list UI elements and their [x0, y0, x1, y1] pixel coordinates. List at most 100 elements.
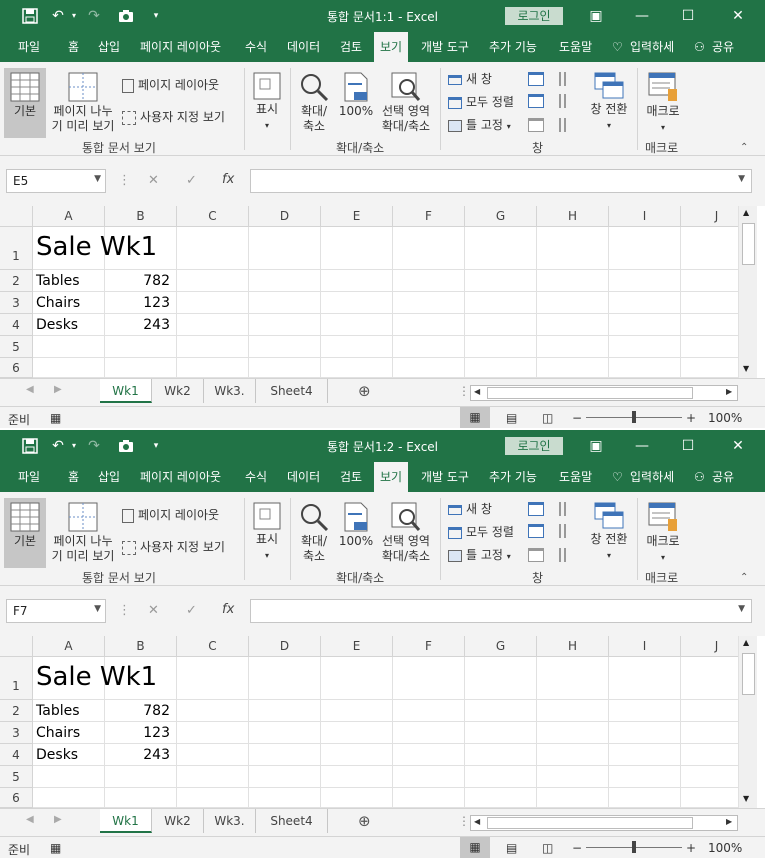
formula-input[interactable]: ▼	[250, 599, 752, 623]
undo-dropdown-icon[interactable]: ▾	[66, 438, 82, 454]
horizontal-scroll-thumb[interactable]	[487, 817, 693, 829]
expand-formula-icon[interactable]: ▼	[738, 604, 745, 614]
cell[interactable]	[537, 336, 609, 358]
page-layout-button[interactable]: 페이지 레이아웃	[122, 506, 219, 523]
cell[interactable]	[177, 336, 249, 358]
ribbon-display-icon[interactable]: ▣	[586, 436, 606, 456]
tab-8[interactable]: 개발 도구	[419, 462, 471, 492]
close-icon[interactable]: ✕	[728, 6, 748, 26]
cell-item-value[interactable]: 243	[105, 314, 177, 336]
close-icon[interactable]: ✕	[728, 436, 748, 456]
cell[interactable]	[537, 314, 609, 336]
hide-icon[interactable]	[528, 524, 544, 538]
horizontal-scroll-thumb[interactable]	[487, 387, 693, 399]
sheet-tab[interactable]: Sheet4	[256, 379, 328, 403]
insert-function-icon[interactable]: fx	[222, 172, 234, 187]
column-header[interactable]: B	[105, 636, 177, 657]
tab-2[interactable]: 삽입	[96, 32, 122, 62]
custom-views-button[interactable]: 사용자 지정 보기	[122, 538, 225, 555]
unhide-icon[interactable]	[528, 548, 544, 562]
tab-6[interactable]: 검토	[338, 32, 364, 62]
zoom-out-icon[interactable]: −	[572, 841, 582, 855]
cell[interactable]	[393, 358, 465, 378]
cell[interactable]	[393, 314, 465, 336]
row-header[interactable]: 4	[0, 314, 33, 336]
cell[interactable]	[177, 722, 249, 744]
macro-record-icon[interactable]: ▦	[50, 411, 61, 425]
cell[interactable]	[105, 788, 177, 808]
cell[interactable]	[537, 292, 609, 314]
prev-sheet-icon[interactable]: ◀	[26, 814, 34, 825]
tab-8[interactable]: 개발 도구	[419, 32, 471, 62]
zoom-slider-knob[interactable]	[632, 411, 636, 423]
arrange-all-button[interactable]: 모두 정렬	[448, 523, 514, 540]
cell[interactable]	[465, 227, 537, 270]
next-sheet-icon[interactable]: ▶	[54, 814, 62, 825]
cell[interactable]	[321, 292, 393, 314]
cell[interactable]	[537, 227, 609, 270]
hide-icon[interactable]	[528, 94, 544, 108]
cell[interactable]	[609, 657, 681, 700]
split-icon[interactable]	[528, 72, 544, 86]
row-header[interactable]: 6	[0, 358, 33, 378]
sync-scroll-icon[interactable]	[559, 524, 573, 538]
horizontal-scrollbar[interactable]: ◀ ▶	[470, 385, 738, 401]
cell[interactable]	[609, 314, 681, 336]
macro-record-icon[interactable]: ▦	[50, 841, 61, 855]
maximize-icon[interactable]: ☐	[678, 6, 698, 26]
cell[interactable]	[33, 788, 105, 808]
cancel-icon[interactable]: ✕	[148, 603, 159, 618]
show-button[interactable]: 표시 ▾	[250, 68, 284, 138]
tab-split-handle[interactable]: ⋮	[458, 384, 470, 398]
zoom-100-button[interactable]: 100%	[338, 498, 374, 568]
cell-item-value[interactable]: 243	[105, 744, 177, 766]
cell[interactable]	[321, 336, 393, 358]
cell[interactable]	[321, 788, 393, 808]
zoom-in-icon[interactable]: +	[686, 411, 696, 425]
cell[interactable]	[393, 722, 465, 744]
new-window-button[interactable]: 새 창	[448, 500, 492, 517]
cell[interactable]	[249, 744, 321, 766]
cell[interactable]	[249, 358, 321, 378]
normal-view-button[interactable]: 기본	[4, 68, 46, 138]
sheet-tab[interactable]: Sheet4	[256, 809, 328, 833]
cell[interactable]	[609, 227, 681, 270]
sheet-tab[interactable]: Wk3.	[204, 809, 256, 833]
tell-me-box[interactable]: 입력하세	[628, 462, 676, 492]
name-box-dropdown-icon[interactable]: ▼	[94, 604, 101, 614]
scroll-left-icon[interactable]: ◀	[474, 817, 480, 826]
zoom-to-selection-button[interactable]: 선택 영역 확대/축소	[378, 68, 434, 138]
minimize-icon[interactable]: —	[632, 6, 652, 26]
row-header[interactable]: 4	[0, 744, 33, 766]
cell[interactable]	[537, 722, 609, 744]
page-layout-button[interactable]: 페이지 레이아웃	[122, 76, 219, 93]
column-header[interactable]: H	[537, 636, 609, 657]
collapse-ribbon-icon[interactable]: ⌃	[740, 142, 748, 153]
column-header[interactable]: G	[465, 206, 537, 227]
reset-position-icon[interactable]	[559, 118, 573, 132]
cell[interactable]	[609, 788, 681, 808]
cell[interactable]	[33, 358, 105, 378]
enter-icon[interactable]: ✓	[186, 603, 197, 618]
vertical-scroll-thumb[interactable]	[742, 223, 755, 265]
cell[interactable]	[249, 336, 321, 358]
cell[interactable]	[465, 336, 537, 358]
row-header[interactable]: 3	[0, 722, 33, 744]
share-button[interactable]: 공유	[710, 32, 736, 62]
scroll-left-icon[interactable]: ◀	[474, 387, 480, 396]
cell[interactable]	[33, 766, 105, 788]
cell-item-name[interactable]: Tables	[33, 700, 105, 722]
cell[interactable]	[465, 657, 537, 700]
cell-item-name[interactable]: Chairs	[33, 292, 105, 314]
column-header[interactable]: A	[33, 636, 105, 657]
save-icon[interactable]	[22, 8, 38, 24]
login-button[interactable]: 로그인	[505, 437, 563, 455]
sync-scroll-icon[interactable]	[559, 94, 573, 108]
name-box-dropdown-icon[interactable]: ▼	[94, 174, 101, 184]
zoom-button[interactable]: 확대/축소	[296, 498, 332, 568]
cell[interactable]	[177, 292, 249, 314]
tab-10[interactable]: 도움말	[557, 32, 594, 62]
tell-me-box[interactable]: 입력하세	[628, 32, 676, 62]
cell[interactable]	[249, 292, 321, 314]
scroll-down-icon[interactable]: ▼	[743, 364, 749, 373]
